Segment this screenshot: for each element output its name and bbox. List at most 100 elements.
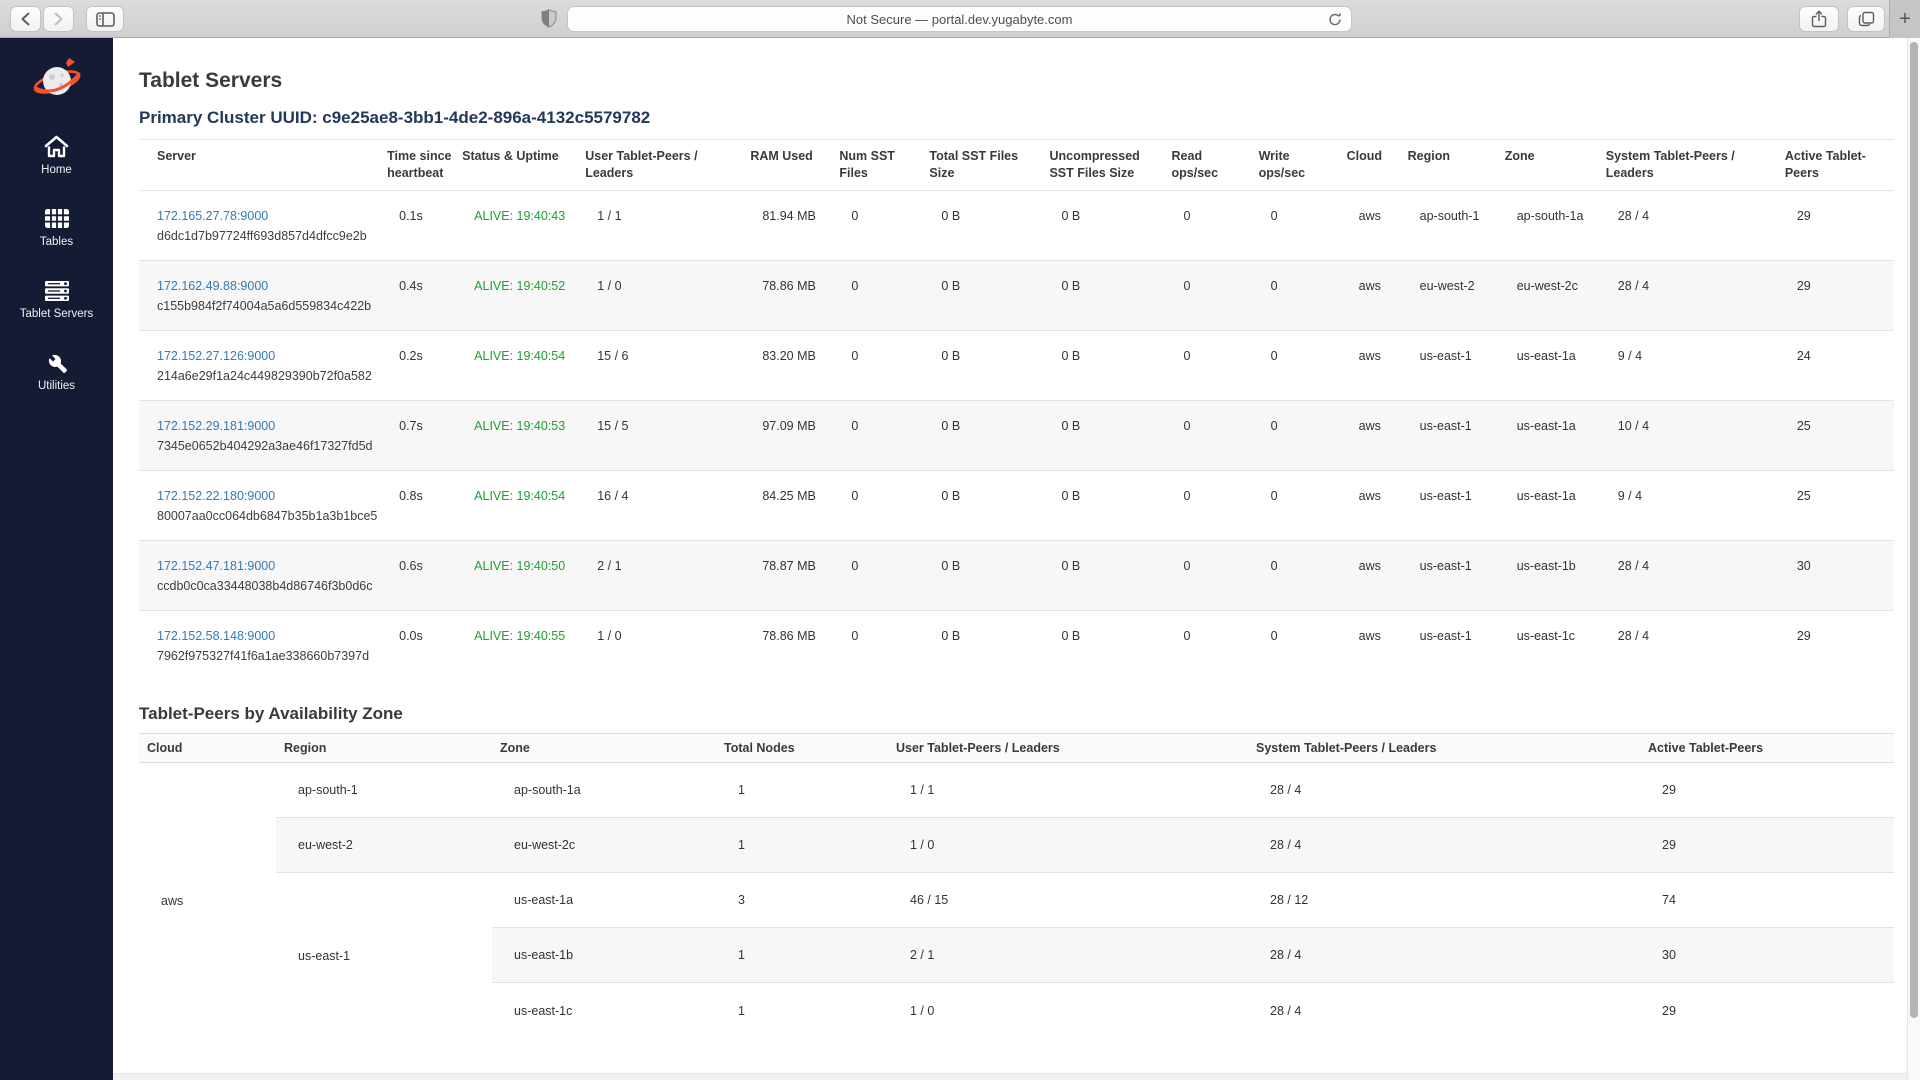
table-row: eu-west-2 eu-west-2c 1 1 / 0 28 / 4 29 xyxy=(139,818,1894,873)
sidebar-item-label: Utilities xyxy=(0,380,113,392)
server-address-link[interactable]: 172.152.22.180:9000 xyxy=(157,489,275,503)
table-row: 172.165.27.78:9000 d6dc1d7b97724ff693d857… xyxy=(139,190,1894,260)
sidebar-item-home[interactable]: Home xyxy=(0,134,113,176)
active-peers-cell: 29 xyxy=(1783,260,1894,330)
active-peers-cell: 30 xyxy=(1640,928,1894,983)
browser-toolbar: Not Secure — portal.dev.yugabyte.com + xyxy=(0,0,1920,38)
server-uuid: ccdb0c0ca33448038b4d86746f3b0d6c xyxy=(157,578,379,596)
num-sst-cell: 0 xyxy=(837,400,927,470)
server-uuid: 214a6e29f1a24c449829390b72f0a582 xyxy=(157,368,379,386)
active-peers-cell: 74 xyxy=(1640,873,1894,928)
table-row: us-east-1 us-east-1a 3 46 / 15 28 / 12 7… xyxy=(139,873,1894,928)
write-ops-cell: 0 xyxy=(1257,190,1345,260)
column-header: Server xyxy=(139,140,385,191)
zone-cell: us-east-1b xyxy=(1503,540,1604,610)
tabs-overview-button[interactable] xyxy=(1847,6,1885,32)
zone-cell: eu-west-2c xyxy=(492,818,716,873)
table-row: 172.152.47.181:9000 ccdb0c0ca33448038b4d8… xyxy=(139,540,1894,610)
server-uuid: 7962f975327f41f6a1ae338660b7397d xyxy=(157,648,379,666)
total-sst-cell: 0 B xyxy=(927,470,1047,540)
user-peers-cell: 2 / 1 xyxy=(583,540,748,610)
table-row: 172.152.29.181:9000 7345e0652b404292a3ae4… xyxy=(139,400,1894,470)
column-header: Total SST Files Size xyxy=(927,140,1047,191)
cloud-cell: aws xyxy=(1345,190,1406,260)
server-address-link[interactable]: 172.152.29.181:9000 xyxy=(157,419,275,433)
server-uuid: d6dc1d7b97724ff693d857d4dfcc9e2b xyxy=(157,228,379,246)
ram-cell: 78.86 MB xyxy=(748,260,837,330)
write-ops-cell: 0 xyxy=(1257,330,1345,400)
utilities-icon xyxy=(0,350,113,375)
read-ops-cell: 0 xyxy=(1170,470,1257,540)
ram-cell: 81.94 MB xyxy=(748,190,837,260)
column-header: Num SST Files xyxy=(837,140,927,191)
vertical-scrollbar[interactable] xyxy=(1907,38,1920,1080)
sidebar-item-tablet-servers[interactable]: Tablet Servers xyxy=(0,278,113,320)
user-peers-cell: 1 / 1 xyxy=(888,763,1248,818)
status-cell: ALIVE: 19:40:52 xyxy=(460,260,583,330)
server-address-link[interactable]: 172.152.47.181:9000 xyxy=(157,559,275,573)
write-ops-cell: 0 xyxy=(1257,470,1345,540)
sidebar-item-utilities[interactable]: Utilities xyxy=(0,350,113,392)
new-tab-button[interactable]: + xyxy=(1889,0,1920,38)
heartbeat-cell: 0.4s xyxy=(385,260,460,330)
region-cell: us-east-1 xyxy=(1406,540,1503,610)
zone-cell: us-east-1a xyxy=(1503,470,1604,540)
server-address-link[interactable]: 172.152.58.148:9000 xyxy=(157,629,275,643)
uncompressed-sst-cell: 0 B xyxy=(1047,610,1169,680)
total-sst-cell: 0 B xyxy=(927,540,1047,610)
column-header: Cloud xyxy=(139,734,276,763)
server-address-link[interactable]: 172.162.49.88:9000 xyxy=(157,279,268,293)
share-button[interactable] xyxy=(1799,6,1839,32)
reload-icon[interactable] xyxy=(1327,11,1343,28)
column-header: Read ops/sec xyxy=(1170,140,1257,191)
vertical-scrollbar-thumb[interactable] xyxy=(1910,42,1918,1018)
num-sst-cell: 0 xyxy=(837,260,927,330)
cloud-cell: aws xyxy=(1345,470,1406,540)
zone-cell: ap-south-1a xyxy=(492,763,716,818)
total-nodes-cell: 3 xyxy=(716,873,888,928)
sidebar-item-tables[interactable]: Tables xyxy=(0,206,113,248)
user-peers-cell: 2 / 1 xyxy=(888,928,1248,983)
column-header: User Tablet-Peers / Leaders xyxy=(583,140,748,191)
server-uuid: 7345e0652b404292a3ae46f17327fd5d xyxy=(157,438,379,456)
region-cell: eu-west-2 xyxy=(1406,260,1503,330)
table-row: 172.152.27.126:9000 214a6e29f1a24c4498293… xyxy=(139,330,1894,400)
user-peers-cell: 1 / 0 xyxy=(583,260,748,330)
server-uuid: c155b984f2f74004a5a6d559834c422b xyxy=(157,298,379,316)
url-text: Not Secure — portal.dev.yugabyte.com xyxy=(847,12,1073,27)
horizontal-scrollbar[interactable] xyxy=(113,1073,1907,1080)
user-peers-cell: 1 / 1 xyxy=(583,190,748,260)
column-header: Total Nodes xyxy=(716,734,888,763)
yugabyte-logo-icon[interactable] xyxy=(32,54,82,104)
region-cell: us-east-1 xyxy=(1406,470,1503,540)
ram-cell: 78.86 MB xyxy=(748,610,837,680)
server-address-link[interactable]: 172.165.27.78:9000 xyxy=(157,209,268,223)
read-ops-cell: 0 xyxy=(1170,610,1257,680)
write-ops-cell: 0 xyxy=(1257,400,1345,470)
total-nodes-cell: 1 xyxy=(716,928,888,983)
cluster-uuid-heading: Primary Cluster UUID: c9e25ae8-3bb1-4de2… xyxy=(139,108,1920,128)
tablet-servers-icon xyxy=(0,278,113,303)
column-header: Cloud xyxy=(1345,140,1406,191)
back-button[interactable] xyxy=(10,6,41,32)
forward-button[interactable] xyxy=(43,6,74,32)
region-cell: ap-south-1 xyxy=(276,763,492,818)
ram-cell: 83.20 MB xyxy=(748,330,837,400)
user-peers-cell: 15 / 5 xyxy=(583,400,748,470)
uncompressed-sst-cell: 0 B xyxy=(1047,400,1169,470)
system-peers-cell: 28 / 12 xyxy=(1248,873,1640,928)
uncompressed-sst-cell: 0 B xyxy=(1047,330,1169,400)
column-header: Time since heartbeat xyxy=(385,140,460,191)
server-address-link[interactable]: 172.152.27.126:9000 xyxy=(157,349,275,363)
heartbeat-cell: 0.0s xyxy=(385,610,460,680)
forward-icon xyxy=(53,12,64,26)
system-peers-cell: 28 / 4 xyxy=(1604,190,1783,260)
ram-cell: 97.09 MB xyxy=(748,400,837,470)
column-header: System Tablet-Peers / Leaders xyxy=(1248,734,1640,763)
address-bar[interactable]: Not Secure — portal.dev.yugabyte.com xyxy=(567,6,1352,32)
sidebar-toggle-button[interactable] xyxy=(86,6,124,32)
column-header: Region xyxy=(276,734,492,763)
cloud-cell: aws xyxy=(139,763,276,1038)
system-peers-cell: 9 / 4 xyxy=(1604,330,1783,400)
privacy-shield-icon[interactable] xyxy=(541,9,557,28)
